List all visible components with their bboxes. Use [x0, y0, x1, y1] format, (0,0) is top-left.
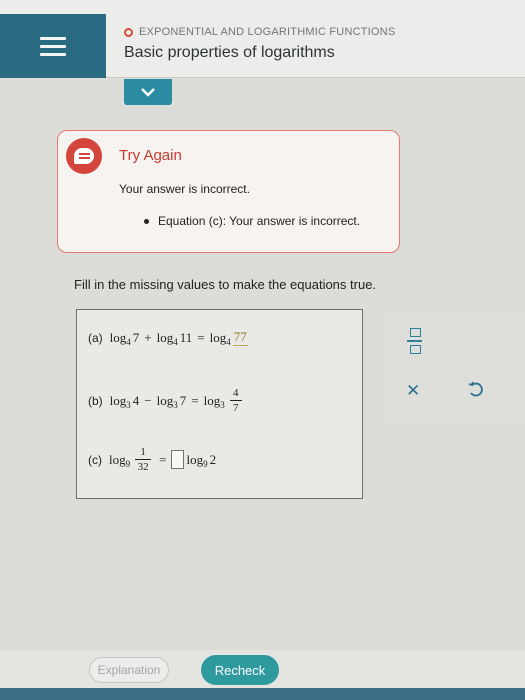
footer-strip	[0, 688, 525, 700]
fraction-numerator: 4	[232, 387, 239, 399]
equation-label: (a)	[88, 330, 103, 345]
log-text: log	[156, 329, 174, 345]
log-base: 3	[173, 399, 178, 410]
feedback-message: Your answer is incorrect.	[119, 182, 250, 196]
header-bar: EXPONENTIAL AND LOGARITHMIC FUNCTIONS Ba…	[0, 0, 525, 78]
equals-sign: =	[159, 451, 167, 467]
log-base: 4	[226, 336, 231, 347]
bullet-icon	[144, 218, 149, 224]
instruction-text: Fill in the missing values to make the e…	[74, 277, 377, 292]
log-text: log	[109, 392, 127, 408]
log-text: log	[209, 329, 227, 345]
feedback-title: Try Again	[119, 147, 182, 164]
undo-icon[interactable]	[467, 381, 485, 399]
log-base: 9	[125, 458, 131, 469]
equation-label: (b)	[88, 393, 103, 408]
log-base: 4	[126, 336, 131, 347]
log-text: log	[156, 392, 174, 408]
fraction-denominator: 32	[137, 461, 149, 473]
expand-dropdown-button[interactable]	[124, 79, 172, 105]
page-title: Basic properties of logarithms	[124, 44, 335, 61]
close-icon[interactable]: ✕	[406, 381, 420, 401]
log-fraction: 1 32	[135, 446, 152, 473]
equation-b: (b) log 3 4 − log 3 7 = log 3 4 7	[88, 387, 245, 414]
log-text: log	[203, 392, 221, 408]
log-text: log	[109, 451, 126, 467]
equals-sign: =	[191, 392, 199, 408]
fraction-numerator: 1	[140, 446, 146, 458]
chevron-down-icon	[141, 88, 155, 97]
equals-sign: =	[197, 329, 205, 345]
explanation-button[interactable]: Explanation	[89, 657, 169, 683]
log-base: 3	[126, 399, 131, 410]
log-base: 4	[173, 336, 178, 347]
log-text: log	[109, 329, 127, 345]
feedback-bullet: Equation (c): Your answer is incorrect.	[144, 214, 360, 228]
answer-input-c[interactable]	[171, 450, 185, 469]
recheck-button[interactable]: Recheck	[201, 655, 279, 685]
hamburger-icon	[40, 32, 66, 61]
log-text: log	[186, 451, 204, 467]
math-tools-panel	[383, 318, 525, 422]
topic-text: EXPONENTIAL AND LOGARITHMIC FUNCTIONS	[139, 26, 396, 38]
log-argument: 11	[179, 329, 193, 345]
equation-label: (c)	[88, 452, 102, 467]
answer-fraction-b[interactable]: 4 7	[229, 387, 242, 414]
equation-a: (a) log 4 7 + log 4 11 = log 4 77	[88, 329, 248, 347]
fraction-tool-icon[interactable]	[407, 328, 423, 358]
error-message-icon	[66, 138, 102, 174]
plus-sign: +	[144, 329, 152, 345]
fraction-denominator: 7	[232, 402, 239, 414]
log-argument: 7	[132, 329, 140, 345]
answer-input-a[interactable]: 77	[232, 329, 248, 346]
log-base: 9	[203, 458, 208, 469]
circle-icon	[124, 27, 133, 37]
minus-sign: −	[144, 392, 152, 408]
menu-button[interactable]	[0, 14, 106, 78]
log-base: 3	[220, 399, 225, 410]
feedback-bullet-text: Equation (c): Your answer is incorrect.	[158, 214, 361, 228]
log-argument: 4	[132, 392, 140, 408]
log-argument: 2	[209, 451, 217, 467]
log-argument: 7	[179, 392, 187, 408]
topic-label: EXPONENTIAL AND LOGARITHMIC FUNCTIONS	[124, 26, 395, 38]
equation-c: (c) log 9 1 32 = log 9 2	[88, 446, 216, 473]
